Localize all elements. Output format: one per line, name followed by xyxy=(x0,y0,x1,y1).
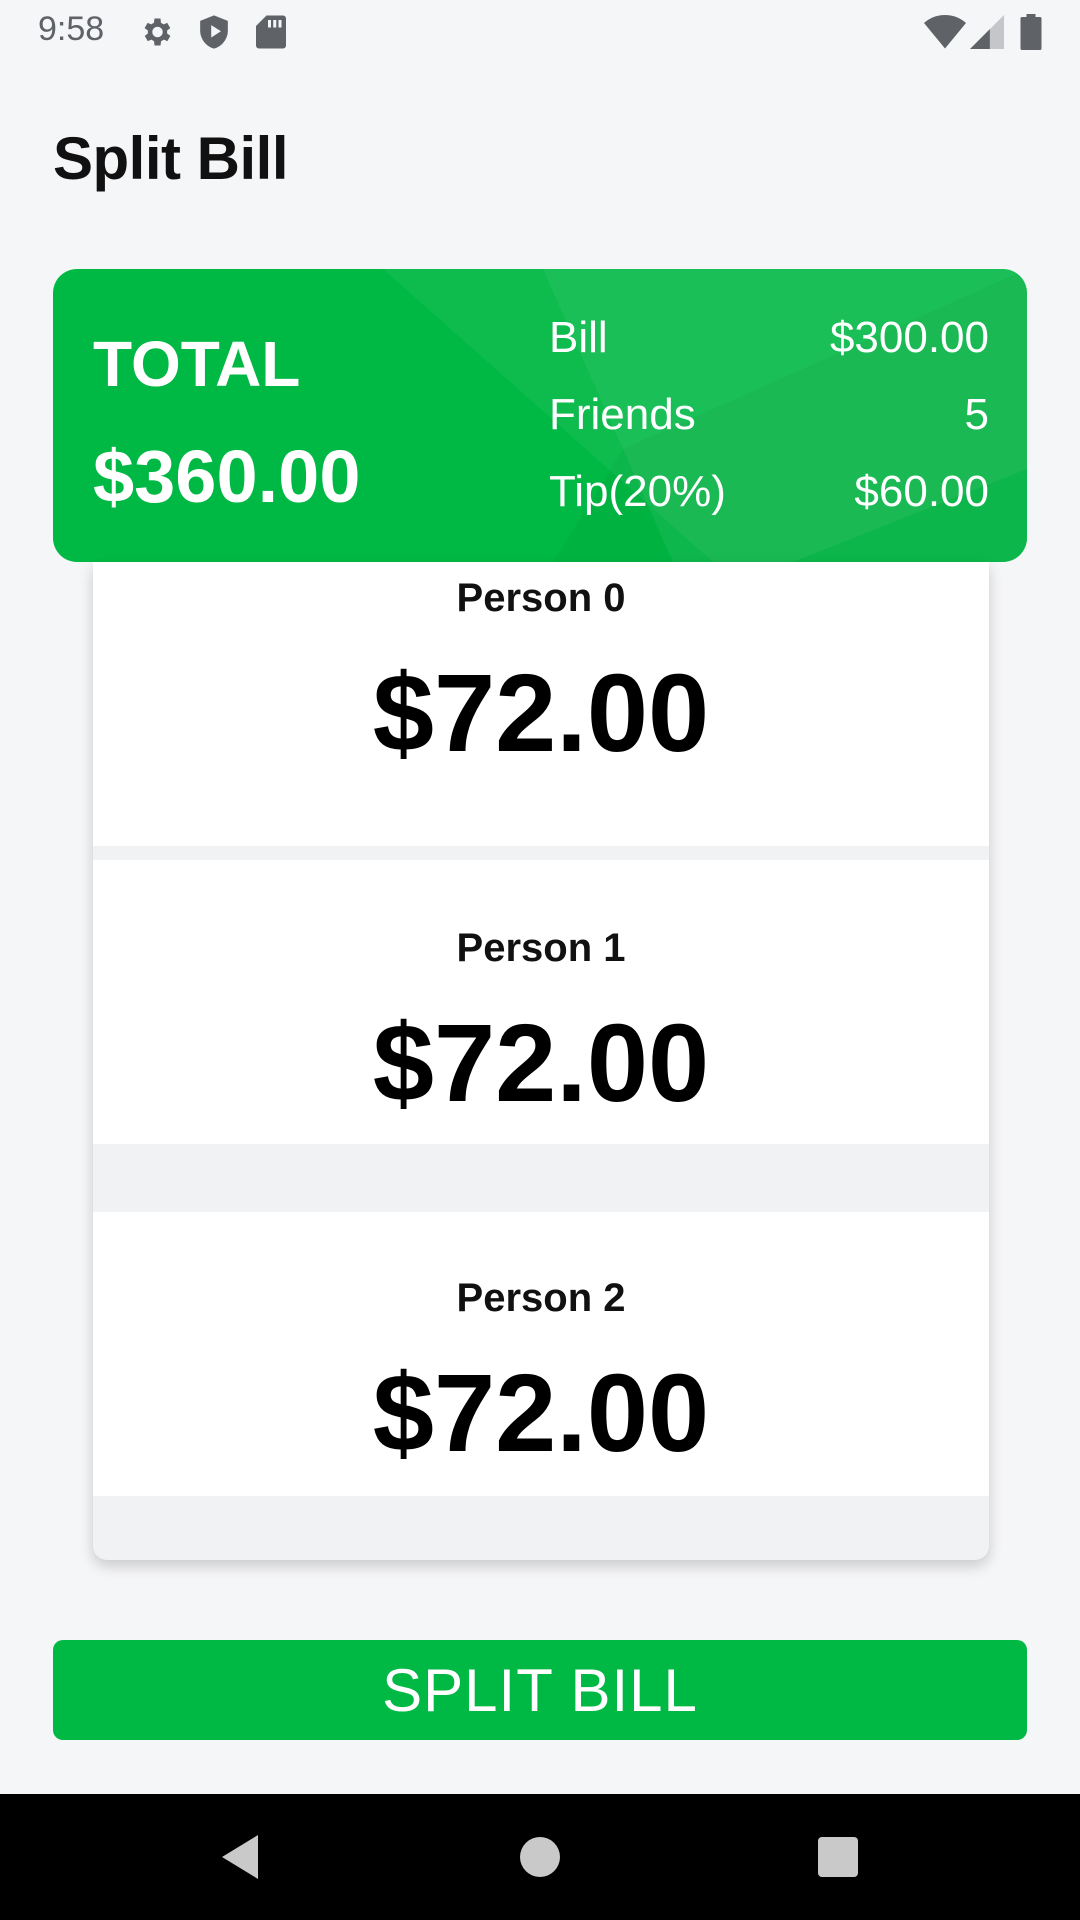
bill-value: $300.00 xyxy=(829,313,989,362)
tip-value: $60.00 xyxy=(854,467,989,516)
person-list[interactable]: Person 0 $72.00 Person 1 $72.00 Person 2… xyxy=(93,562,989,1560)
back-icon xyxy=(222,1835,258,1879)
play-protect-icon xyxy=(197,14,231,55)
status-bar: 9:58 xyxy=(0,0,1080,64)
status-time: 9:58 xyxy=(38,10,105,48)
friends-row: Friends 5 xyxy=(549,390,989,440)
person-card: Person 2 $72.00 xyxy=(93,1212,989,1496)
person-name: Person 1 xyxy=(456,926,626,970)
cell-signal-icon xyxy=(970,14,1004,55)
sd-card-icon xyxy=(256,14,286,55)
recents-icon xyxy=(818,1837,858,1877)
friends-label: Friends xyxy=(549,390,696,439)
bill-label: Bill xyxy=(549,313,608,362)
tip-row: Tip(20%) $60.00 xyxy=(549,467,989,517)
home-button[interactable] xyxy=(470,1794,610,1920)
settings-icon xyxy=(138,14,174,55)
person-name: Person 0 xyxy=(456,576,626,620)
tip-label: Tip(20%) xyxy=(549,467,726,516)
total-amount: $360.00 xyxy=(93,435,361,518)
page-title: Split Bill xyxy=(53,125,289,192)
total-label: TOTAL xyxy=(93,328,301,400)
friends-value: 5 xyxy=(964,390,989,439)
total-summary-card: TOTAL $360.00 Bill $300.00 Friends 5 Tip… xyxy=(53,269,1027,562)
bill-row: Bill $300.00 xyxy=(549,313,989,363)
person-card: Person 1 $72.00 xyxy=(93,860,989,1144)
split-bill-button[interactable]: SPLIT BILL xyxy=(53,1640,1027,1740)
person-card: Person 0 $72.00 xyxy=(93,562,989,846)
person-amount: $72.00 xyxy=(372,1352,710,1475)
wifi-icon xyxy=(924,14,966,55)
home-icon xyxy=(520,1837,560,1877)
person-amount: $72.00 xyxy=(372,652,710,775)
back-button[interactable] xyxy=(170,1794,310,1920)
person-amount: $72.00 xyxy=(372,1002,710,1125)
battery-icon xyxy=(1020,14,1042,55)
navigation-bar xyxy=(0,1794,1080,1920)
recents-button[interactable] xyxy=(768,1794,908,1920)
person-name: Person 2 xyxy=(456,1276,626,1320)
